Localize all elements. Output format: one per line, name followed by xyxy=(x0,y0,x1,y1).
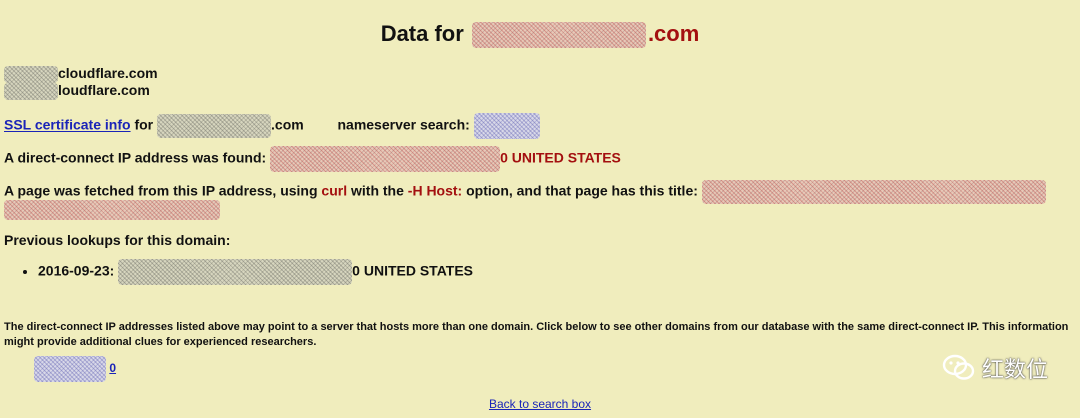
title-prefix: Data for xyxy=(380,21,464,46)
lookup-result: 0 UNITED STATES xyxy=(352,262,473,279)
other-domains-line: 0 xyxy=(34,356,116,382)
redacted-other-ip xyxy=(34,356,106,382)
nameserver-line-1: cloudflare.com xyxy=(4,64,158,83)
redacted-page-title-continued xyxy=(4,200,220,220)
ssl-line: SSL certificate info for .com nameserver… xyxy=(4,113,540,139)
host-option-text: -H Host: xyxy=(407,182,463,199)
redacted-page-title xyxy=(701,180,1046,204)
fetched-suffix: option, and that page has this title: xyxy=(466,182,698,199)
redacted-direct-ip xyxy=(270,146,501,172)
fetched-middle: with the xyxy=(351,182,404,199)
watermark-text: 红数位 xyxy=(981,358,1048,383)
nameserver-1-text: cloudflare.com xyxy=(58,65,158,81)
other-domains-count-link[interactable]: 0 xyxy=(109,361,116,375)
fetched-prefix: A page was fetched from this IP address,… xyxy=(4,182,318,199)
redacted-lookup-ip xyxy=(118,259,353,285)
direct-ip-note: The direct-connect IP addresses listed a… xyxy=(4,321,1069,348)
wechat-icon xyxy=(942,353,976,383)
back-to-search-link[interactable]: Back to search box xyxy=(489,397,591,411)
redacted-domain xyxy=(471,22,646,49)
redacted-nameserver-2 xyxy=(4,82,58,100)
previous-lookups-list: 2016-09-23: 0 UNITED STATES xyxy=(22,259,473,285)
direct-ip-line: A direct-connect IP address was found: 0… xyxy=(4,146,621,172)
curl-text: curl xyxy=(321,182,348,199)
ssl-domain-suffix: .com xyxy=(271,116,304,133)
ssl-certificate-link[interactable]: SSL certificate info xyxy=(4,117,131,133)
watermark: 红数位 xyxy=(942,352,1048,384)
nameserver-line-2: loudflare.com xyxy=(4,81,150,100)
nameserver-2-text: loudflare.com xyxy=(58,82,150,98)
direct-ip-result: 0 UNITED STATES xyxy=(500,149,621,166)
direct-ip-label: A direct-connect IP address was found: xyxy=(4,149,267,166)
lookup-date: 2016-09-23: xyxy=(38,262,115,279)
page: Data for .com cloudflare.com loudflare.c… xyxy=(0,0,1080,418)
nameserver-search-label: nameserver search: xyxy=(337,116,470,133)
ssl-for-text: for xyxy=(134,116,154,133)
previous-lookups-heading: Previous lookups for this domain: xyxy=(4,232,231,248)
footer: Back to search box xyxy=(0,397,1080,411)
redacted-ssl-domain xyxy=(157,114,272,138)
list-item: 2016-09-23: 0 UNITED STATES xyxy=(38,259,473,285)
page-title: Data for .com xyxy=(0,20,1080,49)
nameserver-search-link[interactable] xyxy=(473,113,540,139)
title-domain-suffix: .com xyxy=(647,21,700,46)
